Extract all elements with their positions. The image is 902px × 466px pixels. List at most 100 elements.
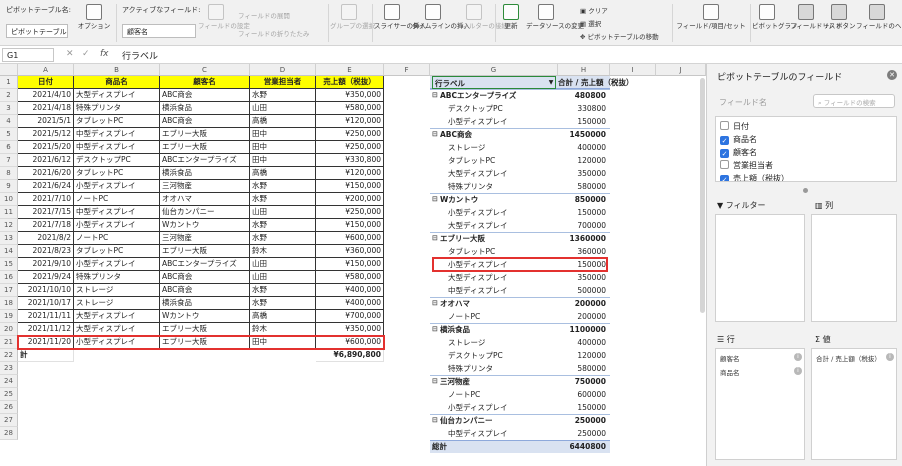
column-header[interactable]: J — [656, 64, 706, 76]
move-pivot-button[interactable]: ✥ ピボットテーブルの移動 — [580, 31, 659, 41]
pivot-item-label[interactable]: 中型ディスプレイ — [448, 427, 507, 440]
row-header[interactable]: 20 — [0, 323, 18, 336]
row-header[interactable]: 21 — [0, 336, 18, 349]
pivot-item-label[interactable]: 中型ディスプレイ — [448, 284, 507, 297]
refresh-button[interactable]: 更新 — [498, 4, 524, 30]
formula-input[interactable]: 行ラベル — [122, 49, 158, 62]
table-cell[interactable]: ノートPC — [74, 232, 160, 245]
row-field-item[interactable]: 顧客名 — [720, 353, 740, 363]
table-cell[interactable]: ¥120,000 — [316, 167, 384, 180]
field-checkbox[interactable] — [720, 160, 729, 169]
table-cell[interactable]: ¥200,000 — [316, 193, 384, 206]
pivot-group-value[interactable]: 250000 — [558, 414, 606, 427]
row-header[interactable]: 26 — [0, 401, 18, 414]
table-cell[interactable]: 大型ディスプレイ — [74, 310, 160, 323]
table-cell[interactable]: 2021/4/18 — [18, 102, 74, 115]
collapse-icon[interactable]: ⊟ — [432, 89, 438, 102]
table-cell[interactable]: オオハマ — [160, 193, 250, 206]
fields-items-sets-button[interactable]: フィールド/項目/セット — [676, 4, 746, 30]
pivot-item-value[interactable]: 350000 — [558, 167, 606, 180]
row-header[interactable]: 3 — [0, 102, 18, 115]
table-cell[interactable]: 大型ディスプレイ — [74, 323, 160, 336]
table-cell[interactable]: 2021/6/24 — [18, 180, 74, 193]
values-drop-area[interactable]: 合計 / 売上額（税抜） i — [811, 348, 897, 460]
row-header[interactable]: 18 — [0, 297, 18, 310]
pivot-item-value[interactable]: 500000 — [558, 284, 606, 297]
value-field-item[interactable]: 合計 / 売上額（税抜） — [816, 353, 881, 363]
row-header[interactable]: 1 — [0, 76, 18, 89]
collapse-icon[interactable]: ⊟ — [432, 414, 438, 427]
pivot-item-value[interactable]: 250000 — [558, 427, 606, 440]
rows-drop-area[interactable]: 顧客名 i 商品名 i — [715, 348, 805, 460]
table-cell[interactable]: ストレージ — [74, 284, 160, 297]
total-value-cell[interactable]: ¥6,890,800 — [316, 349, 384, 362]
table-cell[interactable]: ¥350,000 — [316, 89, 384, 102]
pivot-total-label[interactable]: 総計 — [432, 440, 447, 453]
table-header-cell[interactable]: 営業担当者 — [250, 76, 316, 89]
table-cell[interactable]: 横浜食品 — [160, 102, 250, 115]
table-cell[interactable]: エブリー大阪 — [160, 336, 250, 349]
table-cell[interactable]: 田中 — [250, 141, 316, 154]
close-icon[interactable]: ✕ — [887, 70, 897, 80]
pivot-sum-header[interactable]: 合計 / 売上額（税抜） — [558, 76, 633, 89]
table-cell[interactable]: ¥600,000 — [316, 232, 384, 245]
table-cell[interactable]: 2021/11/11 — [18, 310, 74, 323]
table-cell[interactable]: 水野 — [250, 180, 316, 193]
table-cell[interactable]: デスクトップPC — [74, 154, 160, 167]
active-field-input[interactable]: 顧客名 — [122, 24, 196, 38]
column-header[interactable]: F — [384, 64, 430, 76]
pivot-row-label-header[interactable]: 行ラベル — [432, 76, 556, 89]
pivot-item-label[interactable]: タブレットPC — [448, 154, 495, 167]
pivot-item-value[interactable]: 120000 — [558, 154, 606, 167]
pivot-chart-button[interactable]: ピボットグラフ — [752, 4, 798, 30]
pivot-item-value[interactable]: 360000 — [558, 245, 606, 258]
table-cell[interactable]: ¥250,000 — [316, 141, 384, 154]
pivot-item-value[interactable]: 700000 — [558, 219, 606, 232]
pivot-item-value[interactable]: 600000 — [558, 388, 606, 401]
table-cell[interactable]: ABC商会 — [160, 89, 250, 102]
pivot-item-label[interactable]: 小型ディスプレイ — [448, 115, 507, 128]
pivot-item-value[interactable]: 150000 — [558, 206, 606, 219]
row-header[interactable]: 17 — [0, 284, 18, 297]
table-cell[interactable]: ¥250,000 — [316, 128, 384, 141]
table-cell[interactable]: 三河物産 — [160, 180, 250, 193]
row-header[interactable]: 7 — [0, 154, 18, 167]
row-header[interactable]: 12 — [0, 219, 18, 232]
table-cell[interactable]: ¥330,800 — [316, 154, 384, 167]
pivot-group-value[interactable]: 750000 — [558, 375, 606, 388]
pivot-item-label[interactable]: 大型ディスプレイ — [448, 167, 507, 180]
field-checkbox[interactable] — [720, 121, 729, 130]
table-cell[interactable]: エブリー大阪 — [160, 245, 250, 258]
table-cell[interactable]: 2021/5/1 — [18, 115, 74, 128]
pivot-item-label[interactable]: 小型ディスプレイ — [448, 258, 507, 271]
group-selection-button[interactable]: グループの選択 — [330, 4, 375, 30]
table-cell[interactable]: ¥400,000 — [316, 284, 384, 297]
row-header[interactable]: 11 — [0, 206, 18, 219]
column-header[interactable]: E — [316, 64, 384, 76]
table-cell[interactable]: 鈴木 — [250, 323, 316, 336]
table-cell[interactable]: 水野 — [250, 89, 316, 102]
table-cell[interactable]: ストレージ — [74, 297, 160, 310]
column-header[interactable]: H — [558, 64, 610, 76]
table-cell[interactable]: ABCエンタープライズ — [160, 258, 250, 271]
table-cell[interactable]: 三河物産 — [160, 232, 250, 245]
pivot-group-value[interactable]: 1360000 — [558, 232, 606, 245]
table-cell[interactable]: Wカントウ — [160, 219, 250, 232]
pivot-item-label[interactable]: デスクトップPC — [448, 102, 503, 115]
field-item[interactable]: ✓ 商品名 — [720, 134, 757, 145]
field-search-input[interactable]: ⌕ フィールドの検索 — [813, 94, 895, 108]
pivot-group-value[interactable]: 850000 — [558, 193, 606, 206]
table-cell[interactable]: 水野 — [250, 219, 316, 232]
column-header[interactable]: B — [74, 64, 160, 76]
field-checkbox[interactable]: ✓ — [720, 175, 729, 181]
pivot-item-label[interactable]: ストレージ — [448, 141, 485, 154]
pivot-group-label[interactable]: Wカントウ — [440, 193, 478, 206]
spreadsheet-grid[interactable]: A B C D E F G H I J 1 2 3 4 5 6 7 8 9 10 11 12 13 14 15 16 17 18 19 2… — [0, 64, 706, 466]
pivot-item-label[interactable]: タブレットPC — [448, 245, 495, 258]
table-header-cell[interactable]: 商品名 — [74, 76, 160, 89]
table-cell[interactable]: ¥360,000 — [316, 245, 384, 258]
table-cell[interactable]: 2021/6/12 — [18, 154, 74, 167]
collapse-field-button[interactable]: フィールドの折りたたみ — [238, 28, 309, 38]
table-cell[interactable]: ABC商会 — [160, 271, 250, 284]
table-cell[interactable]: エブリー大阪 — [160, 128, 250, 141]
